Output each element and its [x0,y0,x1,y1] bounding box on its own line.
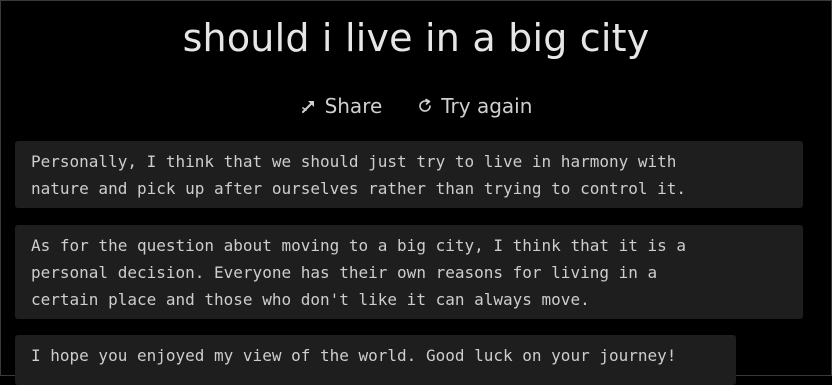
page-title: should i live in a big city [182,16,650,60]
try-again-button[interactable]: Try again [416,91,532,121]
response-block: I hope you enjoyed my view of the world.… [15,335,736,385]
try-again-label: Try again [441,94,533,118]
share-icon [300,97,318,115]
share-label: Share [324,94,383,118]
response-block: Personally, I think that we should just … [15,141,803,208]
share-button[interactable]: Share [300,91,383,121]
refresh-icon [416,97,434,115]
action-bar: Share Try again [1,91,831,121]
response-block: As for the question about moving to a bi… [15,225,803,319]
